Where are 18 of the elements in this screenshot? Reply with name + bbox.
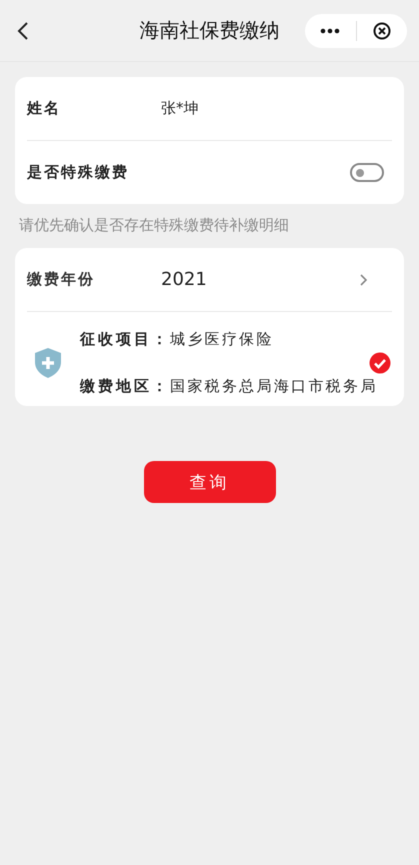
special-payment-label: 是否特殊缴费 (27, 163, 130, 182)
hint-text: 请优先确认是否存在特殊缴费待补缴明细 (19, 216, 289, 234)
page-title: 海南社保费缴纳 (140, 17, 280, 44)
project-value: 城乡医疗保险 (170, 330, 274, 349)
chevron-right-icon[interactable] (358, 272, 368, 286)
special-payment-toggle[interactable] (350, 163, 384, 182)
year-value: 2021 (161, 269, 208, 290)
project-label: 征收项目： (80, 330, 170, 349)
region-label: 缴费地区： (80, 377, 170, 396)
more-icon[interactable] (320, 28, 340, 34)
name-label: 姓名 (27, 99, 62, 118)
check-circle-icon[interactable] (369, 352, 391, 374)
year-label: 缴费年份 (27, 270, 96, 289)
region-value: 国家税务总局海口市税务局 (170, 377, 378, 396)
close-icon[interactable] (372, 22, 391, 40)
name-value: 张*坤 (161, 99, 198, 118)
shield-plus-icon (33, 347, 63, 379)
query-button[interactable]: 查询 (144, 461, 276, 503)
